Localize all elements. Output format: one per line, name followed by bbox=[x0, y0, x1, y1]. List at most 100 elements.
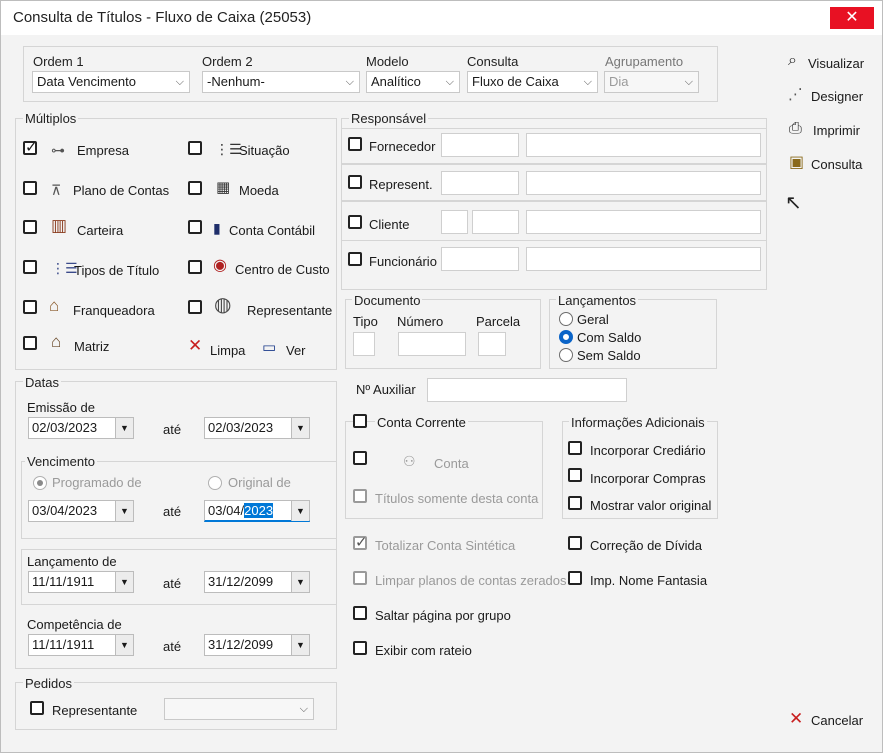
chevron-down-icon: ⌵ bbox=[299, 703, 308, 715]
dropdown-icon[interactable]: ▼ bbox=[291, 418, 309, 438]
crediario-checkbox[interactable] bbox=[568, 441, 582, 455]
fornecedor-checkbox[interactable] bbox=[348, 137, 362, 151]
original-radio[interactable] bbox=[208, 476, 222, 490]
fornecedor-code-input[interactable] bbox=[441, 133, 519, 157]
datas-label: Datas bbox=[23, 375, 61, 390]
correcao-checkbox[interactable] bbox=[568, 536, 582, 550]
franqueadora-checkbox[interactable] bbox=[23, 300, 37, 314]
designer-icon: ⋰ bbox=[788, 86, 803, 103]
funcionario-code-input[interactable] bbox=[441, 247, 519, 271]
funcionario-checkbox[interactable] bbox=[348, 252, 362, 266]
cliente-name-input[interactable] bbox=[526, 210, 761, 234]
somente-conta-checkbox[interactable] bbox=[353, 489, 367, 503]
com-saldo-label: Com Saldo bbox=[577, 330, 642, 345]
dropdown-icon[interactable]: ▼ bbox=[115, 572, 133, 592]
pedidos-representante-select[interactable]: ⌵ bbox=[164, 698, 314, 720]
conta-corrente-checkbox[interactable] bbox=[353, 414, 367, 428]
dropdown-icon[interactable]: ▼ bbox=[115, 418, 133, 438]
plano-contas-checkbox[interactable] bbox=[23, 181, 37, 195]
dropdown-icon[interactable]: ▼ bbox=[291, 501, 309, 521]
competencia-from-date[interactable]: 11/11/1911 ▼ bbox=[28, 634, 134, 656]
competencia-to-date[interactable]: 31/12/2099 ▼ bbox=[204, 634, 310, 656]
carteira-label: Carteira bbox=[77, 223, 124, 238]
ate-label: até bbox=[163, 422, 182, 437]
parcela-input[interactable] bbox=[478, 332, 506, 356]
auxiliar-input[interactable] bbox=[427, 378, 627, 402]
cancelar-button[interactable]: Cancelar bbox=[811, 713, 863, 728]
fantasia-checkbox[interactable] bbox=[568, 571, 582, 585]
totalizar-checkbox[interactable]: ✓ bbox=[353, 534, 368, 551]
vencimento-from-date[interactable]: 03/04/2023 ▼ bbox=[28, 500, 134, 522]
cliente-checkbox[interactable] bbox=[348, 215, 362, 229]
ordem2-select[interactable]: -Nenhum- ⌵ bbox=[202, 71, 360, 93]
ate-label: até bbox=[163, 576, 182, 591]
moeda-checkbox[interactable] bbox=[188, 181, 202, 195]
modelo-select[interactable]: Analítico ⌵ bbox=[366, 71, 460, 93]
dropdown-icon[interactable]: ▼ bbox=[291, 635, 309, 655]
users-icon: ⚇ bbox=[403, 453, 416, 469]
numero-input[interactable] bbox=[398, 332, 466, 356]
saltar-checkbox[interactable] bbox=[353, 606, 367, 620]
close-button[interactable]: ✕ bbox=[830, 7, 874, 29]
programado-radio[interactable] bbox=[33, 476, 47, 490]
emissao-to-date[interactable]: 02/03/2023 ▼ bbox=[204, 417, 310, 439]
pedidos-label: Pedidos bbox=[23, 676, 74, 691]
valor-original-checkbox[interactable] bbox=[568, 496, 582, 510]
window-icon: ▭ bbox=[262, 339, 277, 356]
situacao-label: Situação bbox=[239, 143, 290, 158]
compras-checkbox[interactable] bbox=[568, 468, 582, 482]
cliente-prefix-input[interactable] bbox=[441, 210, 468, 234]
designer-button[interactable]: Designer bbox=[811, 89, 863, 104]
conta-contabil-checkbox[interactable] bbox=[188, 220, 202, 234]
valor-original-label: Mostrar valor original bbox=[590, 498, 712, 513]
lancamento-to-date[interactable]: 31/12/2099 ▼ bbox=[204, 571, 310, 593]
info-label: Informações Adicionais bbox=[569, 415, 707, 430]
ordem1-select[interactable]: Data Vencimento ⌵ bbox=[32, 71, 190, 93]
vencimento-to-date[interactable]: 03/04/2023 ▼ bbox=[204, 500, 310, 522]
limpa-button[interactable]: Limpa bbox=[210, 343, 245, 358]
sem-saldo-label: Sem Saldo bbox=[577, 348, 641, 363]
empresa-checkbox[interactable]: ✓ bbox=[23, 139, 38, 156]
imprimir-button[interactable]: Imprimir bbox=[813, 123, 860, 138]
lancamento-from-date[interactable]: 11/11/1911 ▼ bbox=[28, 571, 134, 593]
sem-saldo-radio[interactable] bbox=[559, 348, 573, 362]
tipo-input[interactable] bbox=[353, 332, 375, 356]
represent-checkbox[interactable] bbox=[348, 175, 362, 189]
funcionario-name-input[interactable] bbox=[526, 247, 761, 271]
tipos-titulo-checkbox[interactable] bbox=[23, 260, 37, 274]
ordem2-label: Ordem 2 bbox=[202, 54, 253, 69]
represent-code-input[interactable] bbox=[441, 171, 519, 195]
ver-button[interactable]: Ver bbox=[286, 343, 306, 358]
funcionario-label: Funcionário bbox=[369, 254, 437, 269]
conta-checkbox[interactable] bbox=[353, 451, 367, 465]
com-saldo-radio[interactable] bbox=[559, 330, 573, 344]
matriz-checkbox[interactable] bbox=[23, 336, 37, 350]
limpar-checkbox[interactable] bbox=[353, 571, 367, 585]
documento-label: Documento bbox=[352, 293, 423, 308]
fornecedor-name-input[interactable] bbox=[526, 133, 761, 157]
emissao-label: Emissão de bbox=[27, 400, 95, 415]
totalizar-label: Totalizar Conta Sintética bbox=[375, 538, 516, 553]
centro-custo-checkbox[interactable] bbox=[188, 260, 202, 274]
agrupamento-select[interactable]: Dia ⌵ bbox=[604, 71, 699, 93]
dropdown-icon[interactable]: ▼ bbox=[115, 635, 133, 655]
clear-x-icon[interactable]: ✕ bbox=[188, 337, 202, 354]
rateio-checkbox[interactable] bbox=[353, 641, 367, 655]
checkmark-icon: ✓ bbox=[355, 534, 368, 551]
consulta-button[interactable]: Consulta bbox=[811, 157, 862, 172]
franqueadora-label: Franqueadora bbox=[73, 303, 155, 318]
consulta-select[interactable]: Fluxo de Caixa ⌵ bbox=[467, 71, 598, 93]
represent-name-input[interactable] bbox=[526, 171, 761, 195]
representante-checkbox[interactable] bbox=[188, 300, 202, 314]
pedidos-representante-checkbox[interactable] bbox=[30, 701, 44, 715]
carteira-checkbox[interactable] bbox=[23, 220, 37, 234]
dropdown-icon[interactable]: ▼ bbox=[291, 572, 309, 592]
cliente-code-input[interactable] bbox=[472, 210, 519, 234]
situacao-checkbox[interactable] bbox=[188, 141, 202, 155]
geral-radio[interactable] bbox=[559, 312, 573, 326]
fornecedor-label: Fornecedor bbox=[369, 139, 436, 154]
emissao-from-date[interactable]: 02/03/2023 ▼ bbox=[28, 417, 134, 439]
dropdown-icon[interactable]: ▼ bbox=[115, 501, 133, 521]
visualizar-button[interactable]: Visualizar bbox=[808, 56, 864, 71]
people-icon: ◍ bbox=[214, 294, 232, 316]
